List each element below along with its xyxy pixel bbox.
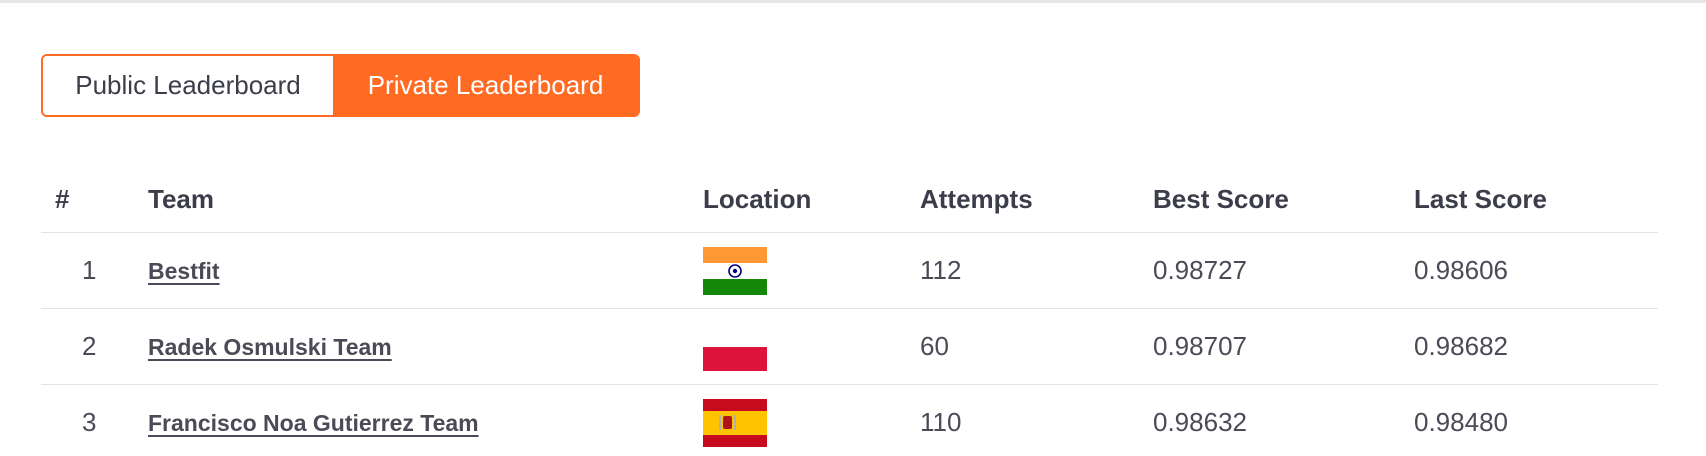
table-row: 2 Radek Osmulski Team 60 0.98707 0.98682 xyxy=(41,308,1658,385)
leaderboard-page: Public Leaderboard Private Leaderboard #… xyxy=(0,0,1706,456)
rank-cell: 2 xyxy=(41,308,148,385)
india-flag-icon xyxy=(703,246,767,295)
last-score-cell: 0.98480 xyxy=(1414,384,1658,456)
team-link[interactable]: Radek Osmulski Team xyxy=(148,334,392,360)
team-link[interactable]: Bestfit xyxy=(148,258,220,284)
best-score-header[interactable]: Best Score xyxy=(1153,166,1414,233)
team-link[interactable]: Francisco Noa Gutierrez Team xyxy=(148,410,479,436)
location-cell xyxy=(703,384,920,456)
location-cell xyxy=(703,308,920,385)
last-score-header[interactable]: Last Score xyxy=(1414,166,1658,233)
rank-cell: 3 xyxy=(41,384,148,456)
leaderboard-table: # Team Location Attempts Best Score Last… xyxy=(41,166,1658,456)
attempts-cell: 112 xyxy=(920,232,1153,309)
spain-flag-icon xyxy=(703,398,767,447)
rank-header[interactable]: # xyxy=(41,166,148,233)
rank-cell: 1 xyxy=(41,232,148,309)
team-cell: Bestfit xyxy=(148,232,703,309)
last-score-cell: 0.98606 xyxy=(1414,232,1658,309)
leaderboard-toggle: Public Leaderboard Private Leaderboard xyxy=(41,54,640,117)
best-score-cell: 0.98707 xyxy=(1153,308,1414,385)
attempts-cell: 110 xyxy=(920,384,1153,456)
team-cell: Radek Osmulski Team xyxy=(148,308,703,385)
best-score-cell: 0.98632 xyxy=(1153,384,1414,456)
team-header[interactable]: Team xyxy=(148,166,703,233)
top-divider xyxy=(0,0,1706,3)
location-cell xyxy=(703,232,920,309)
team-cell: Francisco Noa Gutierrez Team xyxy=(148,384,703,456)
table-row: 1 Bestfit 112 0.98727 0.98606 xyxy=(41,232,1658,309)
attempts-cell: 60 xyxy=(920,308,1153,385)
table-row: 3 Francisco Noa Gutierrez Team 110 0.986… xyxy=(41,384,1658,456)
private-leaderboard-button[interactable]: Private Leaderboard xyxy=(333,56,638,115)
best-score-cell: 0.98727 xyxy=(1153,232,1414,309)
last-score-cell: 0.98682 xyxy=(1414,308,1658,385)
public-leaderboard-button[interactable]: Public Leaderboard xyxy=(43,56,333,115)
poland-flag-icon xyxy=(703,322,767,371)
location-header[interactable]: Location xyxy=(703,166,920,233)
attempts-header[interactable]: Attempts xyxy=(920,166,1153,233)
table-header-row: # Team Location Attempts Best Score Last… xyxy=(41,166,1658,233)
